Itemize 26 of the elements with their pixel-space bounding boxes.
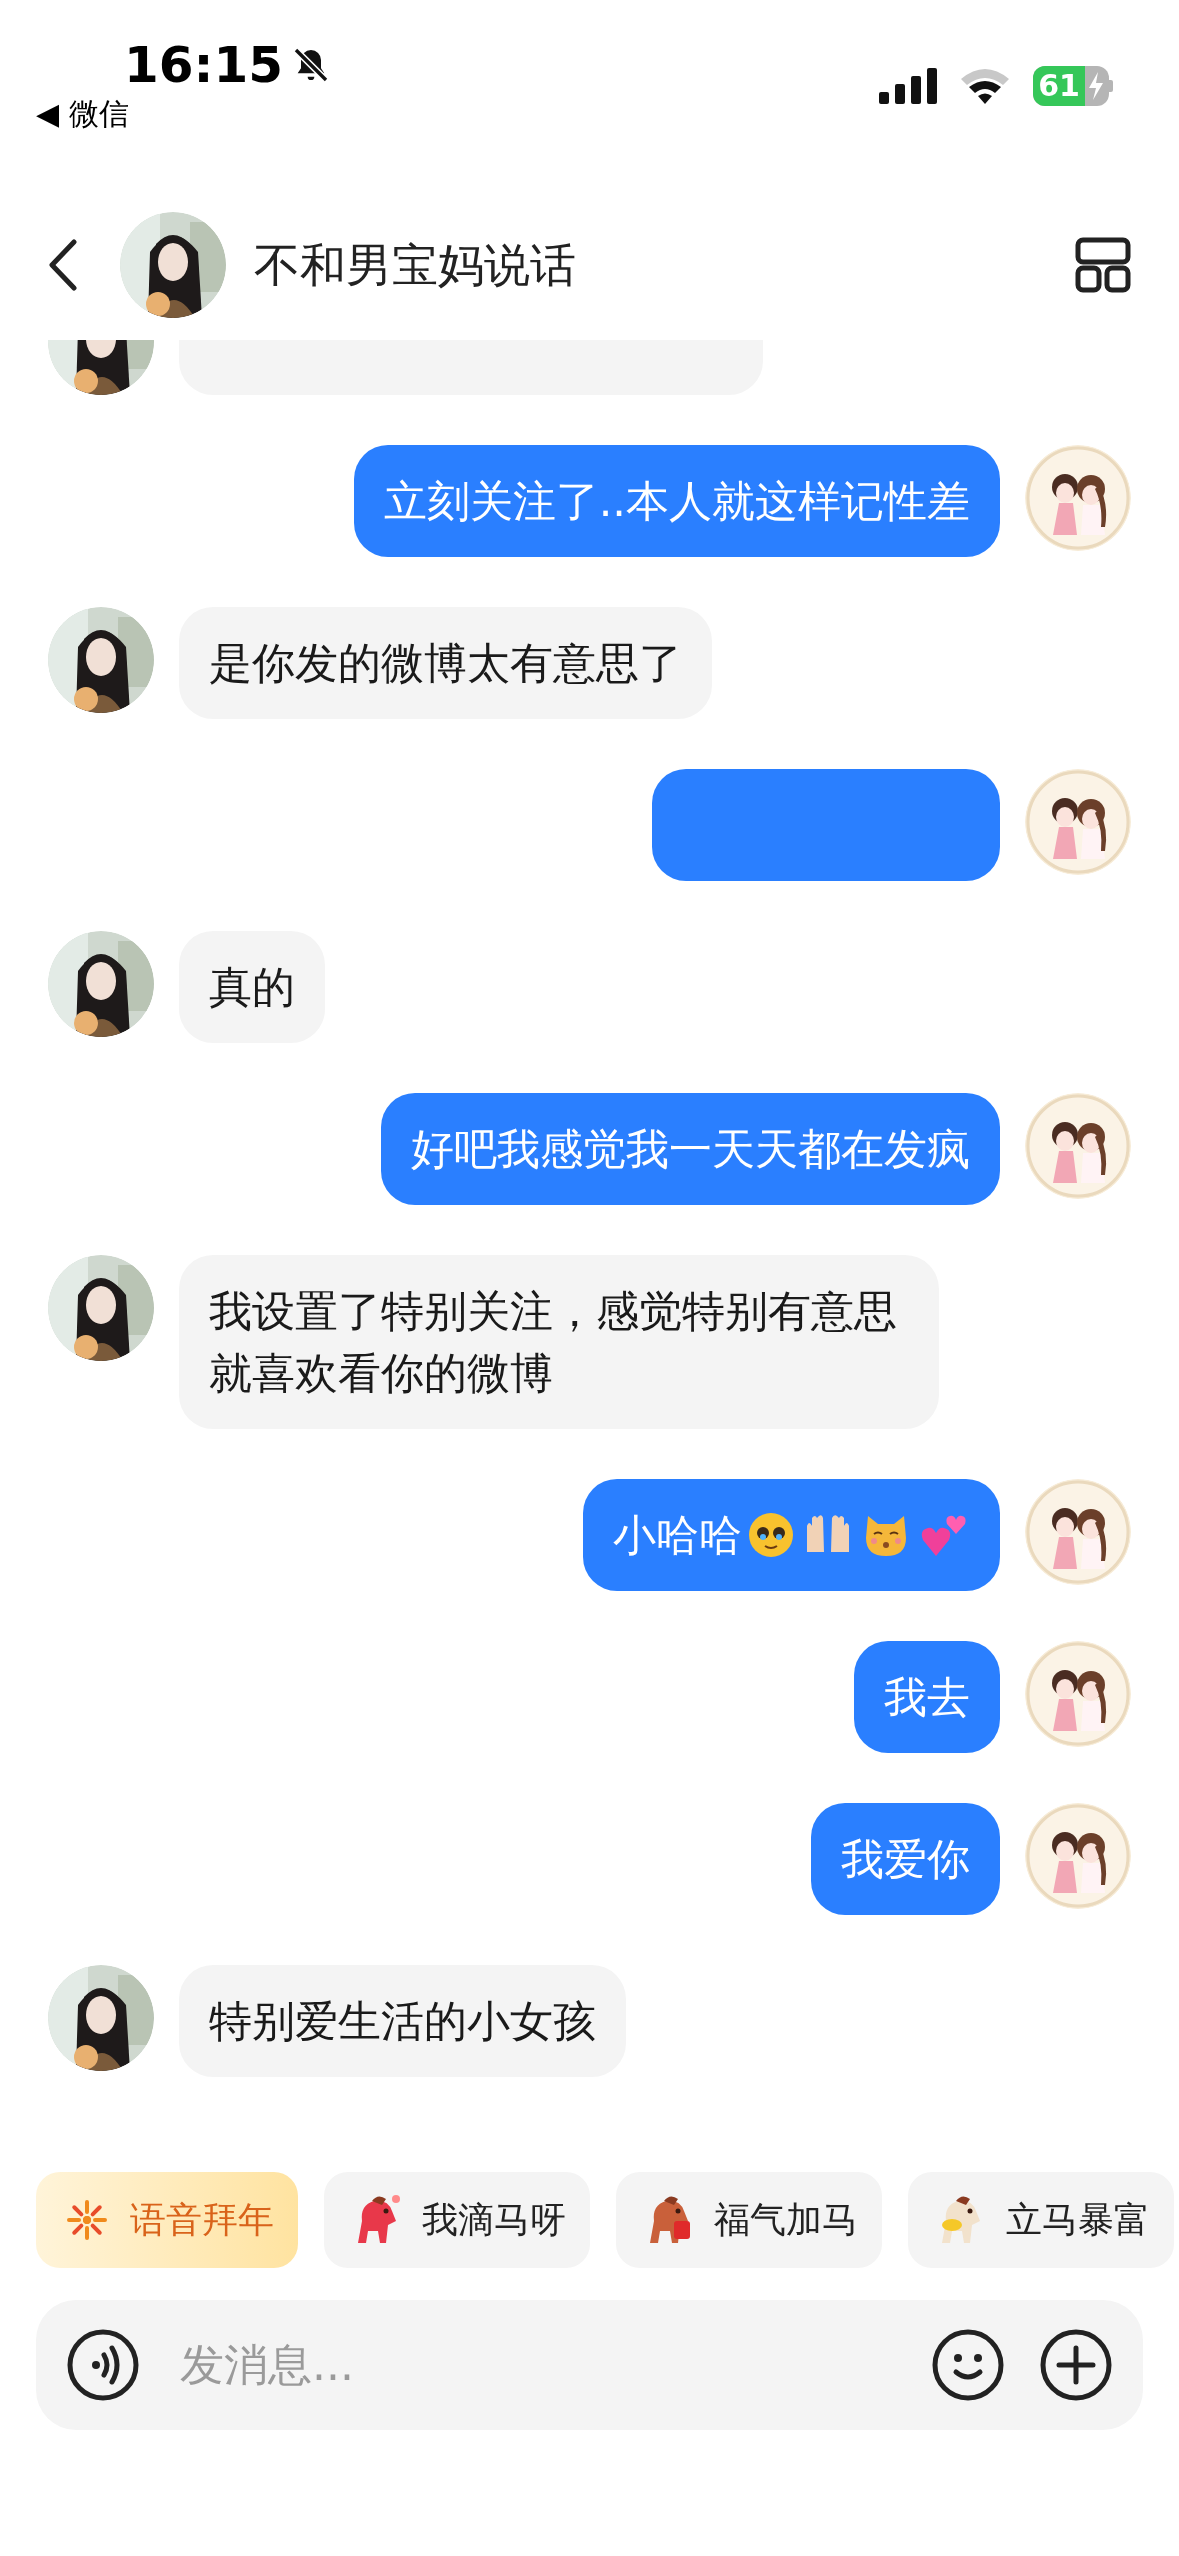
pleading-face-icon (748, 1512, 794, 1558)
message-text: 小哈哈 (613, 1509, 742, 1562)
back-icon[interactable] (48, 238, 78, 292)
layout-icon[interactable] (1075, 237, 1131, 293)
plus-icon[interactable] (1039, 2328, 1113, 2402)
battery-level: 61 (1038, 71, 1080, 101)
message-bubble: 好吧我感觉我一天天都在发疯 (381, 1093, 1000, 1205)
message-bubble: 我设置了特别关注，感觉特别有意思就喜欢看你的微博 (179, 1255, 939, 1429)
wifi-icon (959, 67, 1011, 105)
sticker-chip[interactable]: 我滴马呀 (324, 2172, 590, 2268)
chat-title: 不和男宝妈说话 (254, 236, 576, 294)
sticker-chip[interactable]: 立马暴富 (908, 2172, 1174, 2268)
signal-icon (879, 68, 937, 104)
message-bubble: 立刻关注了..本人就这样记性差 (353, 445, 1000, 557)
message-bubble: 真的 (179, 931, 325, 1043)
message-bubble: 我去 (854, 1641, 1000, 1753)
message-text-input[interactable]: 发消息... (180, 2332, 931, 2398)
status-time: 16:15 (124, 36, 284, 94)
sticker-chip[interactable]: 福气加马 (616, 2172, 882, 2268)
message-bubble: 我爱你 (811, 1803, 1000, 1915)
emoji-icon[interactable] (931, 2328, 1005, 2402)
message-bubble: 特别爱生活的小女孩 (179, 1965, 626, 2077)
voice-icon[interactable] (66, 2328, 140, 2402)
back-to-app-link[interactable]: ◀ 微信 (36, 94, 332, 134)
message-input[interactable]: 发消息... (36, 2300, 1143, 2430)
message-bubble: 是你发的微博太有意思了 (179, 607, 712, 719)
